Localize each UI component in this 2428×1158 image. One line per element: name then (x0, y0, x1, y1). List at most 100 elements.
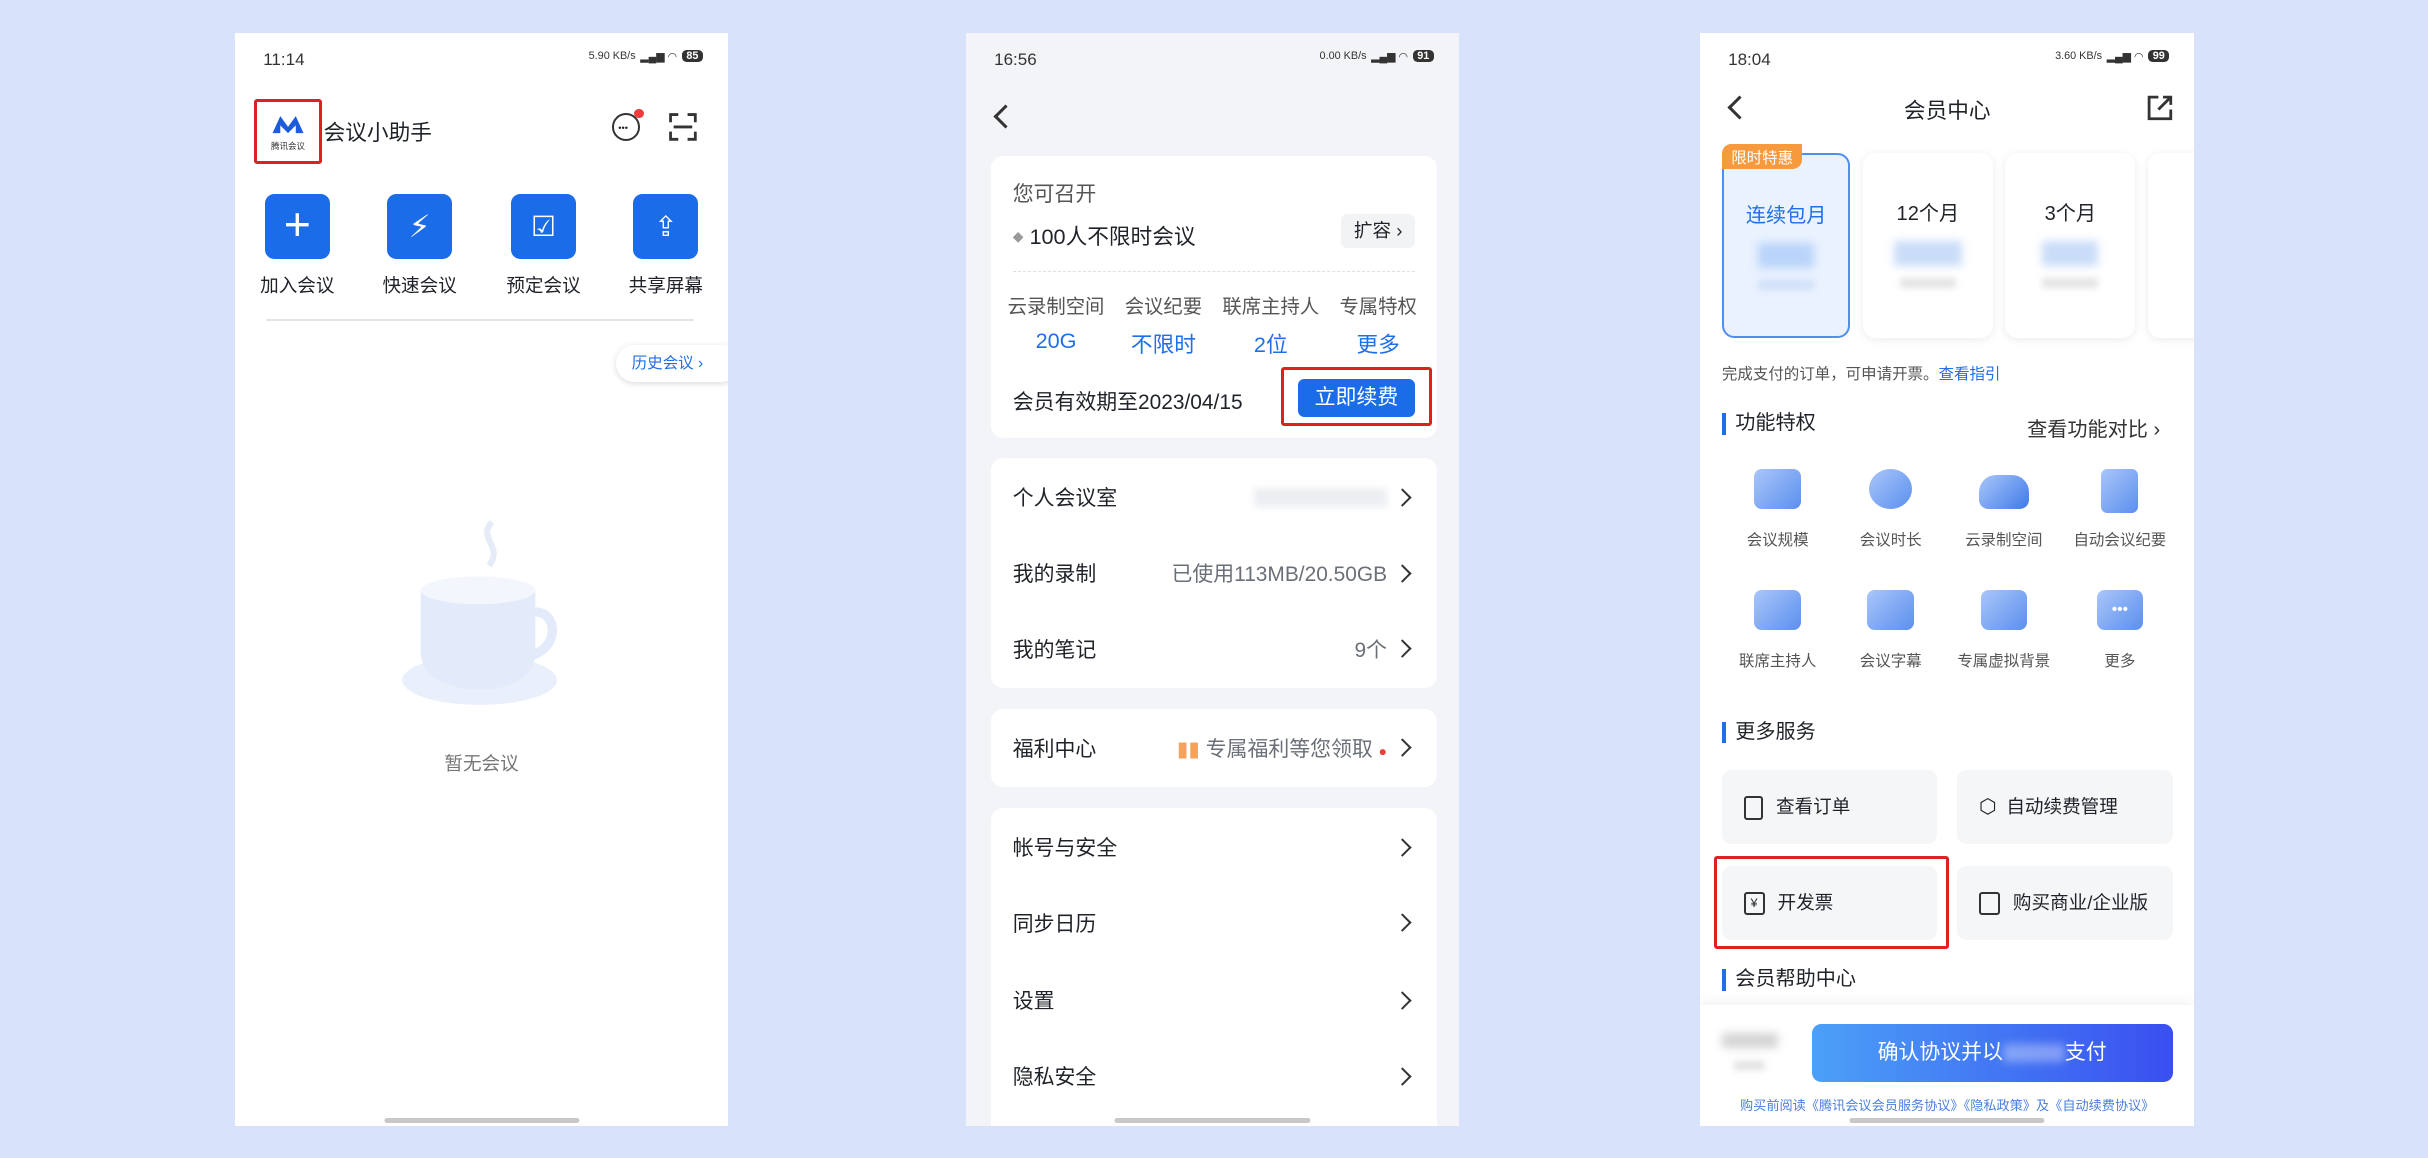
my-notes-row[interactable]: 我的笔记 9个 (1013, 633, 1416, 664)
confirm-pay-button[interactable]: 确认协议并以 支付 (1811, 1023, 2173, 1083)
building-chart-icon (1978, 892, 2000, 915)
row-value: 已使用113MB/20.50GB (1171, 562, 1388, 586)
people-icon (1754, 469, 1801, 510)
row-label: 隐私安全 (1012, 1066, 1097, 1090)
row-label: 福利中心 (1012, 737, 1097, 761)
compare-features-link[interactable]: 查看功能对比 › (2027, 413, 2160, 442)
join-meeting-label: 加入会议 (260, 274, 335, 296)
gesture-bar (384, 1118, 580, 1123)
feature-more[interactable]: ••• 更多 (2061, 589, 2179, 671)
chevron-right-icon (1393, 991, 1412, 1010)
can-open-label: 您可召开 (1012, 183, 1097, 207)
cohost-icon (1754, 589, 1801, 631)
feature-label: 更多 (2104, 652, 2136, 670)
share-icon[interactable] (2146, 94, 2174, 129)
feature-meeting-scale[interactable]: 会议规模 (1722, 469, 1833, 550)
join-meeting-button[interactable]: + 加入会议 (251, 193, 344, 298)
quick-meeting-button[interactable]: ⚡ 快速会议 (373, 193, 466, 298)
feature-meeting-duration[interactable]: 会议时长 (1835, 469, 1946, 550)
app-title: 会议小助手 (323, 120, 432, 146)
feature-exclusive[interactable]: 专属特权 更多 (1329, 291, 1428, 359)
clock-plus-icon (1869, 469, 1913, 510)
privacy-security-row[interactable]: 隐私安全 (1013, 1061, 1416, 1092)
hexagon-settings-icon: ⬡ (1978, 795, 1997, 818)
buy-business-edition-button[interactable]: 购买商业/企业版 (1957, 865, 2173, 940)
chevron-right-icon (1393, 639, 1412, 658)
signal-icon: ▂▄▆ ◠ (1371, 50, 1408, 63)
schedule-meeting-button[interactable]: ☑ 预定会议 (497, 193, 590, 298)
plan-card-12-months[interactable]: 12个月 (1862, 153, 1993, 338)
net-speed: 3.60 KB/s (2055, 50, 2103, 63)
welfare-value-text: 专属福利等您领取 (1205, 737, 1373, 761)
plan-card-3-months[interactable]: 3个月 (2005, 153, 2136, 338)
my-recordings-row[interactable]: 我的录制 已使用113MB/20.50GB (1013, 557, 1416, 588)
expand-button[interactable]: 扩容 › (1341, 213, 1416, 248)
share-screen-button[interactable]: ⇪ 共享屏幕 (619, 193, 712, 298)
plan-card-monthly[interactable]: 连续包月 (1721, 153, 1851, 338)
pay-amount-blurred (2002, 1043, 2065, 1063)
settings-row[interactable]: 设置 (1013, 985, 1416, 1016)
plan-cards: 连续包月 限时特惠 12个月 3个月 (1721, 144, 2195, 342)
auto-renew-management-button[interactable]: ⬡ 自动续费管理 (1957, 769, 2173, 844)
services-title: 更多服务 (1721, 721, 1816, 744)
sync-calendar-row[interactable]: 同步日历 (1013, 907, 1416, 938)
feature-label: 联席主持人 (1738, 652, 1817, 670)
scan-icon[interactable] (669, 113, 697, 141)
status-time: 16:56 (994, 49, 1037, 69)
pay-button-prefix: 确认协议并以 (1877, 1040, 2003, 1064)
service-label: 查看订单 (1775, 795, 1851, 817)
feature-auto-minutes[interactable]: 自动会议纪要 (2061, 469, 2179, 550)
feature-virtual-background[interactable]: 专属虚拟背景 (1948, 589, 2059, 671)
schedule-meeting-label: 预定会议 (506, 274, 581, 296)
feature-minutes[interactable]: 会议纪要 不限时 (1114, 291, 1213, 359)
gift-icon: ▮▮ (1176, 737, 1200, 761)
compare-link-text: 查看功能对比 (2027, 419, 2148, 442)
row-label: 个人会议室 (1012, 487, 1118, 511)
account-security-row[interactable]: 帐号与安全 (1013, 832, 1416, 863)
chevron-right-icon (1393, 563, 1412, 582)
quick-meeting-label: 快速会议 (382, 274, 457, 296)
feature-cloud-storage[interactable]: 云录制空间 (1948, 469, 2059, 550)
order-icon (1743, 795, 1764, 820)
promo-tag: 限时特惠 (1721, 144, 1803, 170)
quick-actions: + 加入会议 ⚡ 快速会议 ☑ 预定会议 ⇪ 共享屏幕 (251, 193, 716, 305)
feature-cohost[interactable]: 联席主持人 2位 (1215, 291, 1326, 359)
plan-name: 12个月 (1896, 202, 1960, 225)
divider (266, 318, 694, 321)
invoice-guide-link[interactable]: 查看指引 (1939, 366, 2001, 383)
status-icons: 3.60 KB/s ▂▄▆ ◠ 99 (2055, 50, 2170, 63)
chevron-right-icon (1393, 913, 1412, 932)
price-summary-blurred (1721, 1032, 1784, 1079)
view-orders-button[interactable]: 查看订单 (1721, 769, 1938, 844)
history-meetings-button[interactable]: 历史会议 › (616, 345, 728, 383)
plan-price-blurred (1758, 243, 1815, 268)
welfare-center-row[interactable]: 福利中心 ▮▮ 专属福利等您领取 ● (1013, 732, 1416, 763)
feature-captions[interactable]: 会议字幕 (1835, 589, 1946, 671)
personal-room-row[interactable]: 个人会议室 (1013, 482, 1416, 513)
status-time: 18:04 (1728, 49, 1771, 69)
plan-name: 3个月 (2044, 202, 2097, 225)
card-divider (1012, 270, 1416, 272)
highlight-box-invoice (1714, 856, 1950, 950)
calendar-check-icon: ☑ (510, 193, 577, 259)
empty-cup-illustration (396, 516, 566, 717)
more-icon: ••• (2096, 589, 2144, 631)
message-icon[interactable]: ••• (611, 108, 644, 141)
row-value: ▮▮ 专属福利等您领取 ● (1096, 733, 1396, 763)
feature-value: 2位 (1253, 332, 1288, 358)
plan-card-more[interactable] (2147, 153, 2195, 338)
row-label: 我的笔记 (1012, 638, 1097, 662)
chevron-right-icon (1393, 837, 1412, 857)
feature-name: 联席主持人 (1222, 296, 1320, 319)
personal-room-id-blurred (1117, 485, 1396, 509)
chevron-right-icon (1393, 1067, 1412, 1086)
expand-label: 扩容 (1353, 219, 1392, 241)
share-screen-label: 共享屏幕 (628, 274, 703, 296)
feature-label: 会议规模 (1746, 532, 1809, 550)
agreement-text[interactable]: 购买前阅读《腾讯会议会员服务协议》《隐私政策》及《自动续费协议》 (1700, 1095, 2194, 1114)
back-icon[interactable] (993, 104, 1018, 129)
feature-cloud-storage[interactable]: 云录制空间 20G (1000, 291, 1111, 359)
plan-orig-blurred (1758, 280, 1815, 290)
feature-cohost[interactable]: 联席主持人 (1722, 589, 1833, 671)
net-speed: 5.90 KB/s (588, 50, 636, 63)
